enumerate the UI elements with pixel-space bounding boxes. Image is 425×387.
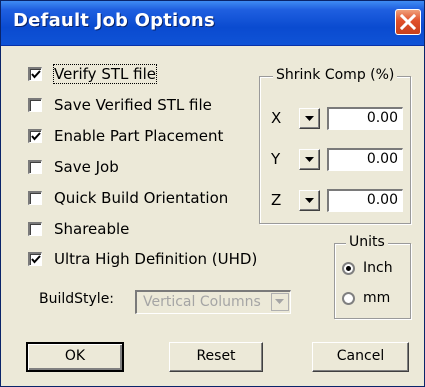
units-mm-label: mm [363,290,391,306]
shrink-x-input[interactable]: 0.00 [327,107,403,130]
units-inch-option[interactable]: Inch [342,258,393,278]
quick-build-orientation-checkbox[interactable] [28,191,42,205]
shrink-z-dropdown-button[interactable] [299,190,320,211]
units-inch-radio[interactable] [342,261,355,275]
units-mm-radio[interactable] [342,291,355,305]
ultra-high-definition-label: Ultra High Definition (UHD) [54,250,258,268]
reset-button[interactable]: Reset [169,342,263,372]
shareable-label: Shareable [54,220,130,238]
dropdown-arrow-icon [305,157,314,162]
shrink-x-dropdown-button[interactable] [299,108,320,129]
buildstyle-select[interactable]: Vertical Columns [135,290,291,314]
check-mark-icon [31,70,41,79]
ultra-high-definition-option[interactable]: Ultra High Definition (UHD) [28,248,257,270]
title-bar[interactable]: Default Job Options [1,1,424,46]
ok-button[interactable]: OK [26,342,124,372]
default-job-options-dialog: Default Job Options Verify STL file Save… [0,0,425,387]
shrink-y-dropdown-button[interactable] [299,149,320,170]
dropdown-arrow-icon [305,198,314,203]
enable-part-placement-label: Enable Part Placement [54,127,224,145]
buildstyle-value: Vertical Columns [143,294,261,310]
shareable-checkbox[interactable] [28,222,42,236]
save-job-checkbox[interactable] [28,160,42,174]
quick-build-orientation-label: Quick Build Orientation [54,189,229,207]
shrink-comp-title: Shrink Comp (%) [273,67,398,83]
shareable-option[interactable]: Shareable [28,218,129,240]
units-title: Units [346,234,388,250]
save-verified-stl-checkbox[interactable] [28,98,42,112]
save-job-label: Save Job [54,158,119,176]
verify-stl-checkbox[interactable] [28,67,42,81]
window-title: Default Job Options [13,10,215,31]
check-mark-icon [31,132,41,141]
cancel-button-label: Cancel [336,348,385,364]
verify-stl-option[interactable]: Verify STL file [28,63,157,85]
close-icon [400,14,416,30]
save-job-option[interactable]: Save Job [28,156,119,178]
enable-part-placement-checkbox[interactable] [28,129,42,143]
quick-build-orientation-option[interactable]: Quick Build Orientation [28,187,228,209]
shrink-z-input[interactable]: 0.00 [327,189,403,212]
dropdown-arrow-icon [275,299,284,304]
cancel-button[interactable]: Cancel [312,342,409,372]
save-verified-stl-option[interactable]: Save Verified STL file [28,94,212,116]
check-mark-icon [31,255,41,264]
dropdown-arrow-icon [305,116,314,121]
shrink-z-label: Z [271,191,282,209]
save-verified-stl-label: Save Verified STL file [54,96,212,114]
reset-button-label: Reset [196,348,236,364]
close-button[interactable] [395,9,421,35]
shrink-x-label: X [271,109,282,127]
shrink-y-input[interactable]: 0.00 [327,148,403,171]
units-mm-option[interactable]: mm [342,288,390,308]
buildstyle-dropdown-button[interactable] [271,293,289,311]
buildstyle-label: BuildStyle: [39,291,115,307]
shrink-y-label: Y [271,150,281,168]
enable-part-placement-option[interactable]: Enable Part Placement [28,125,223,147]
ultra-high-definition-checkbox[interactable] [28,252,42,266]
units-inch-label: Inch [363,260,393,276]
verify-stl-label: Verify STL file [53,64,157,84]
ok-button-label: OK [64,348,86,364]
